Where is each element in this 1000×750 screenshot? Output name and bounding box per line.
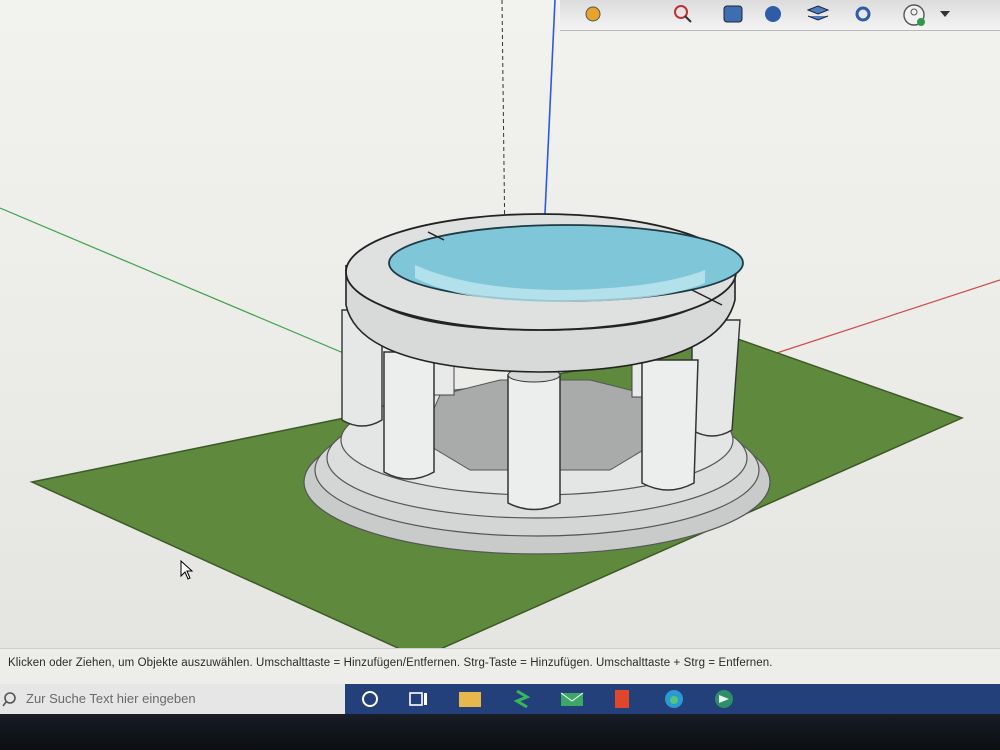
column-front-left[interactable] <box>383 351 435 480</box>
search-placeholder: Zur Suche Text hier eingeben <box>26 691 196 706</box>
cortana-icon[interactable] <box>353 687 387 711</box>
toolbar <box>560 0 1000 31</box>
red-axis <box>739 279 1000 366</box>
scene-canvas[interactable] <box>0 0 1000 660</box>
search-icon <box>2 690 20 713</box>
dropdown-arrow-icon[interactable] <box>938 2 952 26</box>
pool-water[interactable] <box>388 224 744 302</box>
office-icon[interactable] <box>605 687 639 711</box>
status-hint-text: Klicken oder Ziehen, um Objekte auszuwäh… <box>8 657 773 669</box>
walk-tool-icon[interactable] <box>760 2 786 26</box>
task-view-icon[interactable] <box>400 687 434 711</box>
mail-icon[interactable] <box>555 687 589 711</box>
status-bar: Klicken oder Ziehen, um Objekte auszuwäh… <box>0 648 1000 685</box>
layers-stack-icon[interactable] <box>805 2 831 26</box>
paint-bucket-icon[interactable] <box>580 2 606 26</box>
windows-taskbar: Zur Suche Text hier eingeben <box>0 684 1000 750</box>
column-front-center[interactable] <box>507 374 561 511</box>
file-explorer-icon[interactable] <box>453 687 487 711</box>
column-front-right[interactable] <box>641 359 699 491</box>
green-axis <box>0 207 361 361</box>
profile-icon[interactable] <box>900 2 926 26</box>
sketchup-icon[interactable] <box>707 687 741 711</box>
zoom-tool-icon[interactable] <box>670 2 696 26</box>
edge-icon[interactable] <box>657 687 691 711</box>
layers-tool-icon[interactable] <box>720 2 746 26</box>
app-s-icon[interactable] <box>505 687 539 711</box>
blue-axis-dashed <box>501 0 506 251</box>
taskbar-app-strip <box>345 684 1000 714</box>
modeling-viewport[interactable] <box>0 0 1000 660</box>
settings-tool-icon[interactable] <box>850 2 876 26</box>
taskbar-search-box[interactable]: Zur Suche Text hier eingeben <box>0 684 346 714</box>
